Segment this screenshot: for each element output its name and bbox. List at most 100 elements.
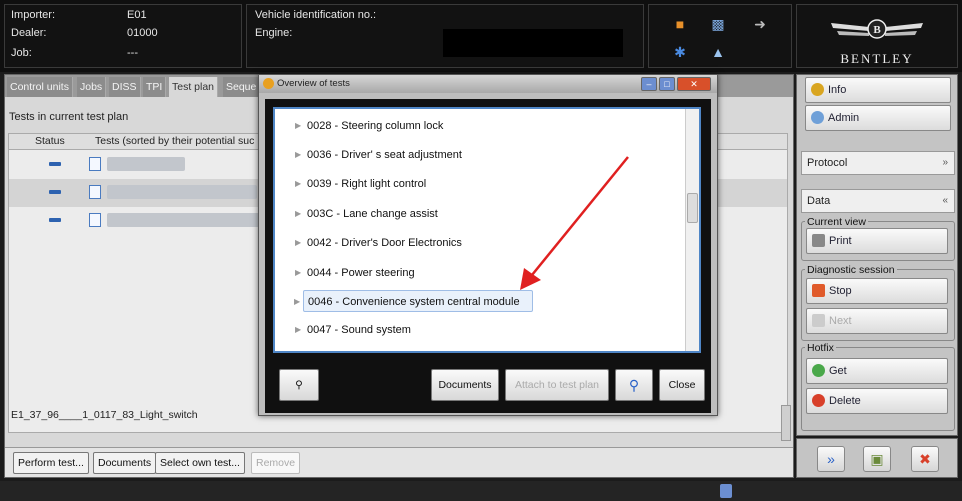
list-item[interactable]: ▶ 0039 - Right light control [295, 173, 675, 195]
expand-arrow-icon: ▶ [294, 297, 301, 306]
dealer-info-panel: Importer: E01 Dealer: 01000 Job: --- [4, 4, 242, 68]
delete-icon [812, 394, 825, 407]
stop-button[interactable]: Stop [806, 278, 948, 304]
expand-arrow-icon: ▶ [295, 150, 302, 159]
network-icon[interactable]: ▩ [707, 15, 729, 33]
list-scrollbar[interactable] [685, 109, 699, 351]
close-window-button[interactable]: ✕ [677, 77, 711, 91]
diagnostic-session-group: Diagnostic session Stop Next [801, 264, 955, 341]
job-label: Job: [11, 47, 32, 59]
attach-to-test-plan-button[interactable]: Attach to test plan [505, 369, 609, 401]
diagnostic-probe-icon[interactable]: ➜ [749, 15, 771, 33]
tab-control-units[interactable]: Control units [7, 77, 73, 97]
column-tests[interactable]: Tests (sorted by their potential suc [95, 135, 254, 147]
search-button[interactable]: ⚲ [615, 369, 653, 401]
get-button[interactable]: Get [806, 358, 948, 384]
info-button[interactable]: Info [805, 77, 951, 103]
hotfix-group: Hotfix Get Delete [801, 342, 955, 431]
status-icons-panel: ■ ▩ ➜ ✱ ▲ [648, 4, 792, 68]
next-button[interactable]: Next [806, 308, 948, 334]
info-icon [811, 83, 824, 96]
list-item[interactable]: ▶ 003C - Lane change assist [295, 203, 675, 225]
next-icon [812, 314, 825, 327]
admin-icon [811, 111, 824, 124]
brand-text: BENTLEY [840, 51, 914, 66]
car-icon[interactable]: ■ [669, 15, 691, 33]
dialog-close-button[interactable]: Close [659, 369, 705, 401]
status-indicator [49, 190, 61, 194]
protocol-label: Protocol [807, 157, 848, 169]
blurred-test-name [107, 185, 257, 199]
printer-icon [812, 234, 825, 247]
status-indicator [49, 162, 61, 166]
bottom-right-toolbar: » ▣ ✖ [796, 438, 958, 478]
select-own-test-button[interactable]: Select own test... [155, 452, 245, 474]
print-button[interactable]: Print [806, 228, 948, 254]
data-section-header[interactable]: Data « [801, 189, 955, 213]
expand-arrow-icon: ▶ [295, 179, 302, 188]
status-indicator [49, 218, 61, 222]
expand-arrow-icon: ▶ [295, 121, 302, 130]
dialog-title: Overview of tests [277, 78, 350, 89]
blurred-test-name [107, 213, 263, 227]
list-item[interactable]: ▶ 0036 - Driver' s seat adjustment [295, 144, 675, 166]
get-icon [812, 364, 825, 377]
stop-label: Stop [829, 285, 852, 297]
exit-icon[interactable]: ✖ [911, 446, 939, 472]
dealer-value: 01000 [127, 27, 158, 39]
column-status[interactable]: Status [35, 135, 65, 147]
scrollbar-thumb[interactable] [687, 193, 698, 223]
admin-button[interactable]: Admin [805, 105, 951, 131]
maximize-button[interactable]: □ [659, 77, 675, 91]
search-icon: ⚲ [628, 377, 640, 393]
dialog-titlebar: Overview of tests – □ ✕ [259, 75, 717, 93]
dealer-label: Dealer: [11, 27, 47, 39]
tab-sequence[interactable]: Seque [223, 77, 261, 97]
bluetooth-icon[interactable]: ✱ [669, 43, 691, 61]
list-item-selected[interactable]: ▶ 0046 - Convenience system central modul… [294, 290, 533, 312]
document-icon [89, 185, 101, 199]
protocol-section-header[interactable]: Protocol » [801, 151, 955, 175]
next-label: Next [829, 315, 852, 327]
dialog-documents-button[interactable]: Documents [431, 369, 499, 401]
details-scrollbar[interactable] [781, 405, 791, 441]
tab-jobs[interactable]: Jobs [77, 77, 107, 97]
selected-test-file: E1_37_96____1_0117_83_Light_switch [11, 409, 198, 421]
print-label: Print [829, 235, 852, 247]
delete-label: Delete [829, 395, 861, 407]
brand-logo-panel: B BENTLEY [796, 4, 958, 68]
remove-button[interactable]: Remove [251, 452, 301, 474]
list-item[interactable]: ▶ 0028 - Steering column lock [295, 115, 675, 137]
svg-text:B: B [873, 24, 881, 36]
status-bar [0, 481, 962, 501]
minimize-button[interactable]: – [641, 77, 657, 91]
bentley-wings-logo: B [831, 19, 923, 39]
tab-tpi[interactable]: TPI [143, 77, 167, 97]
documents-button[interactable]: Documents [93, 452, 157, 474]
importer-value: E01 [127, 9, 147, 21]
vin-label: Vehicle identification no.: [255, 9, 377, 21]
perform-test-button[interactable]: Perform test... [13, 452, 89, 474]
data-label: Data [807, 195, 831, 207]
importer-label: Importer: [11, 9, 56, 21]
search-settings-button[interactable]: ⚲ [279, 369, 319, 401]
expand-chevron-icon: » [942, 157, 948, 168]
overview-of-tests-dialog: Overview of tests – □ ✕ ▶ 0028 - Steering… [258, 74, 718, 416]
screenshot-icon[interactable]: ▣ [863, 446, 891, 472]
tab-test-plan[interactable]: Test plan [169, 77, 219, 97]
delete-button[interactable]: Delete [806, 388, 948, 414]
expand-arrow-icon: ▶ [295, 325, 302, 334]
list-item[interactable]: ▶ 0044 - Power steering [295, 262, 675, 284]
list-item[interactable]: ▶ 0042 - Driver's Door Electronics [295, 232, 675, 254]
tab-diss[interactable]: DISS [109, 77, 141, 97]
battery-icon[interactable]: ▲ [707, 43, 729, 61]
current-view-title: Current view [805, 216, 868, 228]
get-label: Get [829, 365, 847, 377]
forward-icon[interactable]: » [817, 446, 845, 472]
top-header: Importer: E01 Dealer: 01000 Job: --- Veh… [0, 0, 962, 72]
list-item[interactable]: ▶ 0047 - Sound system [295, 319, 675, 341]
vehicle-info-panel: Vehicle identification no.: Engine: [246, 4, 644, 68]
dialog-app-icon [263, 78, 274, 89]
document-icon [89, 213, 101, 227]
info-label: Info [828, 84, 847, 96]
